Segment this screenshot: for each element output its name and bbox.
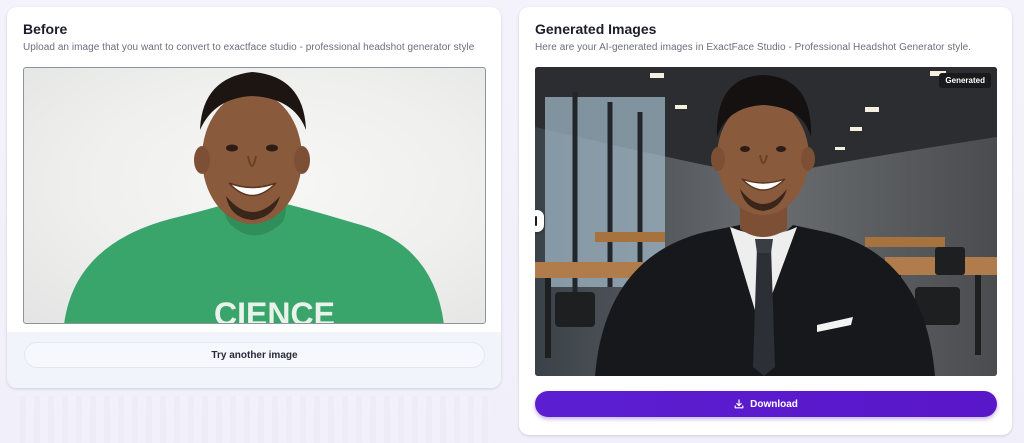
before-card: Before Upload an image that you want to … — [7, 7, 501, 388]
before-subtitle: Upload an image that you want to convert… — [23, 42, 475, 53]
download-label: Download — [750, 398, 798, 410]
generated-photo: Generated — [535, 67, 997, 376]
before-photo-illustration: CIENCE — [64, 72, 444, 324]
background-decoration — [20, 396, 490, 443]
before-photo: CIENCE — [23, 67, 486, 324]
download-button[interactable]: Download — [535, 391, 997, 417]
before-footer: Try another image — [7, 332, 501, 388]
download-icon — [734, 399, 744, 409]
before-title: Before — [23, 21, 68, 37]
generated-badge: Generated — [939, 73, 991, 88]
shirt-print: CIENCE — [214, 296, 335, 324]
generated-card: Generated Images Here are your AI-genera… — [519, 7, 1012, 435]
generated-subtitle: Here are your AI-generated images in Exa… — [535, 42, 972, 53]
generated-title: Generated Images — [535, 21, 657, 37]
try-another-image-button[interactable]: Try another image — [24, 342, 485, 368]
generated-photo-illustration — [535, 67, 997, 376]
compare-slider-handle[interactable] — [535, 210, 544, 232]
